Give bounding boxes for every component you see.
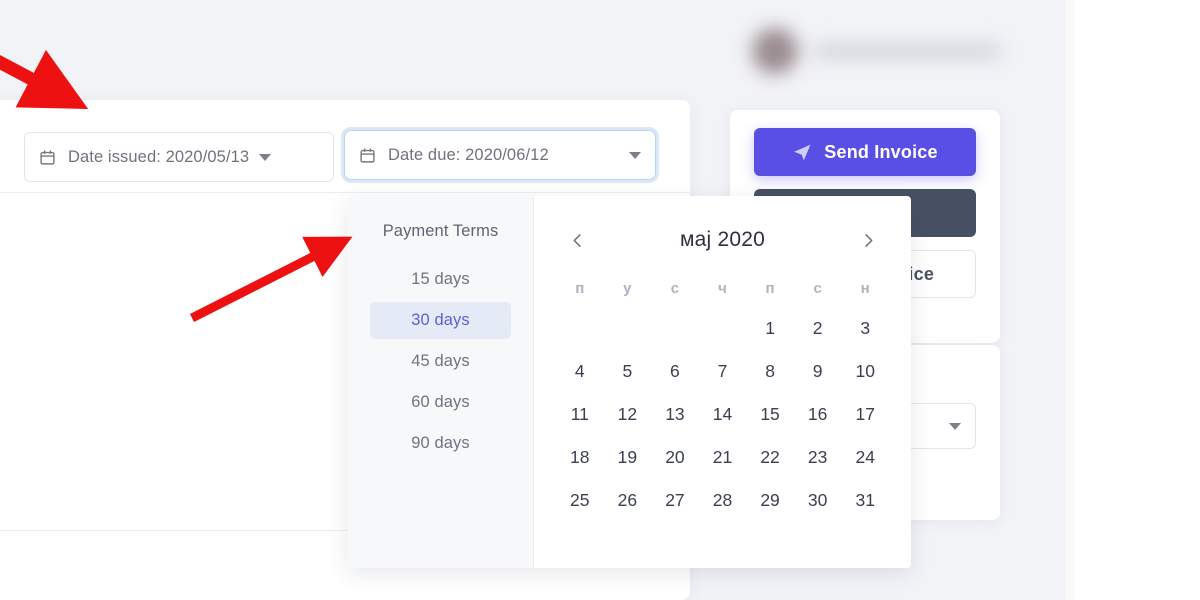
calendar-day-empty	[556, 307, 604, 350]
calendar-weekday: п	[765, 280, 775, 297]
send-invoice-label: Send Invoice	[824, 141, 938, 162]
calendar-day[interactable]: 30	[794, 479, 842, 522]
avatar	[752, 28, 798, 74]
send-plane-icon	[792, 142, 813, 163]
card-divider-top	[0, 192, 690, 193]
calendar-day[interactable]: 25	[556, 479, 604, 522]
calendar-day[interactable]: 26	[604, 479, 652, 522]
date-issued-value: Date issued: 2020/05/13	[68, 147, 250, 166]
payment-term-option[interactable]: 45 days	[370, 343, 511, 380]
calendar-icon	[39, 149, 56, 166]
date-due-value: Date due: 2020/06/12	[388, 145, 549, 164]
calendar-day[interactable]: 14	[699, 393, 747, 436]
calendar-panel: мај 2020 пусчпсн 1 2 3 4 5 6 7 8 9 10 11 12 13 14 15 16…	[534, 196, 911, 568]
payment-terms-title: Payment Terms	[382, 222, 499, 240]
chevron-down-icon[interactable]	[259, 153, 272, 161]
calendar-weekday-row: пусчпсн	[556, 274, 889, 303]
calendar-weekday: п	[575, 280, 585, 297]
calendar-day[interactable]: 7	[699, 350, 747, 393]
calendar-day[interactable]: 11	[556, 393, 604, 436]
calendar-day-empty	[651, 307, 699, 350]
calendar-day[interactable]: 29	[746, 479, 794, 522]
payment-terms-panel: Payment Terms 15 days 30 days 45 days 60 da…	[348, 196, 534, 568]
calendar-day[interactable]: 24	[841, 436, 889, 479]
calendar-day[interactable]: 17	[841, 393, 889, 436]
calendar-day[interactable]: 19	[604, 436, 652, 479]
payment-terms-list: 15 days 30 days 45 days 60 days 90 days	[348, 261, 533, 462]
payment-term-option[interactable]: 60 days	[370, 384, 511, 421]
payment-term-option[interactable]: 30 days	[370, 302, 511, 339]
calendar-weekday: у	[623, 280, 632, 297]
calendar-day[interactable]: 9	[794, 350, 842, 393]
calendar-day[interactable]: 8	[746, 350, 794, 393]
user-name-blurred	[812, 43, 1002, 59]
calendar-day-empty	[604, 307, 652, 350]
datepicker-popup: Payment Terms 15 days 30 days 45 days 60 da…	[348, 196, 911, 568]
calendar-weekday: с	[813, 280, 822, 297]
calendar-day[interactable]: 21	[699, 436, 747, 479]
calendar-month-label: мај 2020	[680, 228, 765, 251]
calendar-day-grid: 1 2 3 4 5 6 7 8 9 10 11 12 13 14 15 16 17 18 19 20 21 22 23 24 2…	[556, 307, 889, 522]
calendar-day-empty	[699, 307, 747, 350]
header-user-blurred[interactable]	[752, 28, 1002, 74]
calendar-day[interactable]: 31	[841, 479, 889, 522]
screenshot-stage: Date issued: 2020/05/13 Date due: 2020/0…	[0, 0, 1200, 600]
calendar-day[interactable]: 20	[651, 436, 699, 479]
calendar-day[interactable]: 22	[746, 436, 794, 479]
calendar-icon	[359, 147, 376, 164]
calendar-weekday: с	[670, 280, 680, 297]
calendar-day[interactable]: 13	[651, 393, 699, 436]
payment-term-option[interactable]: 15 days	[370, 261, 511, 298]
calendar-day[interactable]: 23	[794, 436, 842, 479]
calendar-day[interactable]: 3	[841, 307, 889, 350]
chevron-down-icon[interactable]	[949, 422, 961, 430]
calendar-day[interactable]: 15	[746, 393, 794, 436]
calendar-day[interactable]: 28	[699, 479, 747, 522]
calendar-day[interactable]: 18	[556, 436, 604, 479]
send-invoice-button[interactable]: Send Invoice	[754, 128, 976, 176]
calendar-day[interactable]: 16	[794, 393, 842, 436]
calendar-day[interactable]: 12	[604, 393, 652, 436]
calendar-day[interactable]: 27	[651, 479, 699, 522]
payment-term-option[interactable]: 90 days	[370, 425, 511, 462]
chevron-down-icon[interactable]	[629, 151, 641, 159]
calendar-day[interactable]: 1	[746, 307, 794, 350]
calendar-day[interactable]: 2	[794, 307, 842, 350]
calendar-day[interactable]: 10	[841, 350, 889, 393]
chevron-left-icon[interactable]	[562, 225, 592, 255]
chevron-right-icon[interactable]	[853, 225, 883, 255]
app-background-rail	[1066, 0, 1075, 600]
calendar-day[interactable]: 4	[556, 350, 604, 393]
date-issued-field[interactable]: Date issued: 2020/05/13	[24, 132, 334, 182]
calendar-day[interactable]: 6	[651, 350, 699, 393]
calendar-weekday: н	[860, 280, 870, 297]
date-due-field[interactable]: Date due: 2020/06/12	[344, 130, 656, 180]
calendar-header: мај 2020	[556, 212, 889, 268]
calendar-weekday: ч	[718, 280, 727, 297]
calendar-day[interactable]: 5	[604, 350, 652, 393]
